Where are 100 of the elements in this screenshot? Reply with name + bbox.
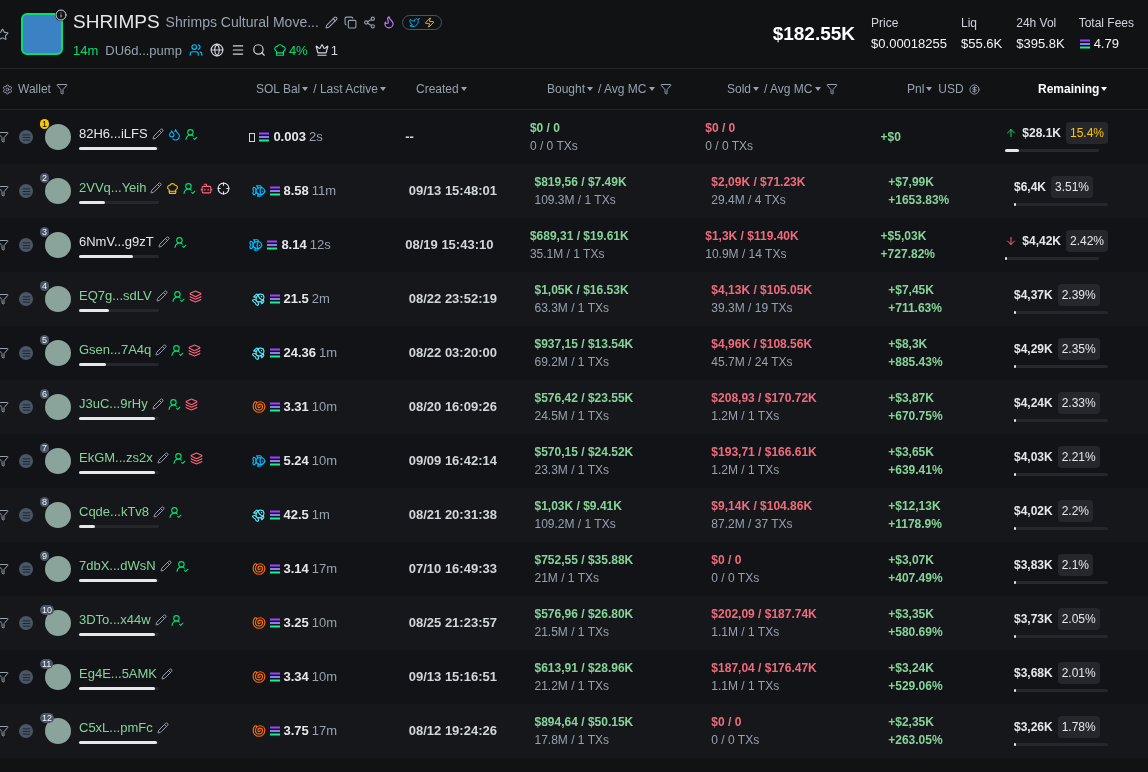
rank-badge: 10 — [40, 605, 54, 615]
bought-value: $1,05K / $16.53K — [534, 282, 630, 299]
last-active: 2m — [311, 290, 330, 309]
stat-value: $395.8K — [1016, 35, 1065, 54]
bought-amount: 109.3M / 1 TXs — [534, 192, 617, 209]
wallet-address[interactable]: 3DTo...x44w — [79, 610, 151, 630]
column-header[interactable]: Sold — [727, 80, 752, 98]
wallet-address[interactable]: 7dbX...dWsN — [79, 556, 156, 576]
bought-value: $0 / 0 — [529, 120, 561, 137]
created-time: 09/13 15:16:51 — [408, 668, 498, 687]
sold-amount: 1.2M / 1 TXs — [711, 408, 781, 425]
column-header[interactable]: / Avg MC — [764, 80, 813, 98]
bought-amount: 24.5M / 1 TXs — [534, 408, 610, 425]
remaining-percent: 2.21% — [1057, 446, 1100, 468]
rank-badge: 11 — [40, 659, 54, 669]
bought-amount: 21.2M / 1 TXs — [534, 678, 610, 695]
wallet-address[interactable]: EkGM...zs2x — [79, 448, 153, 468]
rank-badge: 3 — [40, 227, 49, 237]
remaining-value: $4,37K — [1014, 287, 1053, 304]
wallet-address[interactable]: 2VVq...Yeih — [79, 178, 147, 198]
created-time: 09/13 15:48:01 — [408, 182, 498, 201]
wallet-address[interactable]: Eg4E...5AMK — [79, 664, 158, 684]
wallet-address[interactable]: 6NmV...g9zT — [79, 232, 154, 252]
sold-value: $4,13K / $105.05K — [711, 282, 814, 299]
rank-badge: 9 — [40, 551, 49, 561]
bought-value: $752,55 / $35.88K — [534, 552, 635, 569]
bought-amount: 21M / 1 TXs — [534, 570, 600, 587]
stat-label: Price — [871, 15, 900, 33]
pnl-percent: +1178.9% — [888, 516, 943, 533]
wallet-address[interactable]: C5xL...pmFc — [79, 718, 153, 738]
rank-badge: 6 — [40, 389, 49, 399]
holder-row[interactable]: 2 2VVq...Yeih 8.58 11m 09/13 15:48:01 $819,56 / $7.49K 109.3M / 1 TXs $2,09K / $71.23K 29.4M / 4 TXs +$7,99K +1653.83% $6,4K 3.51% — [0, 164, 1148, 218]
bought-amount: 109.2M / 1 TXs — [534, 516, 617, 533]
sold-amount: 0 / 0 TXs — [705, 138, 755, 155]
wallet-address[interactable]: EQ7g...sdLV — [79, 286, 152, 306]
stat-value: $55.6K — [961, 35, 1003, 54]
pnl-percent: +407.49% — [888, 570, 944, 587]
rank-badge: 7 — [40, 443, 49, 453]
bought-amount: 69.2M / 1 TXs — [534, 354, 610, 371]
remaining-value: $4,29K — [1014, 341, 1053, 358]
column-header[interactable]: SOL Bal — [256, 80, 301, 98]
crown-count: 1 — [330, 41, 338, 60]
sold-value: $0 / 0 — [711, 714, 743, 731]
holder-row[interactable]: 4 EQ7g...sdLV 21.5 2m 08/22 23:52:19 $1,05K / $16.53K 63.3M / 1 TXs $4,13K / $105.05K 39.3M / 19 TXs +$7,45K +711.63% $4,37K 2.39% — [0, 272, 1148, 326]
pnl-value: +$7,99K — [888, 174, 935, 191]
created-time: 09/09 16:42:14 — [408, 452, 498, 471]
remaining-value: $4,24K — [1014, 395, 1053, 412]
rank-badge: 8 — [40, 497, 49, 507]
pnl-value: +$8,3K — [888, 336, 929, 353]
token-age: 14m — [73, 41, 99, 60]
sold-value: $1,3K / $119.40K — [705, 228, 800, 245]
created-time: 08/20 16:09:26 — [408, 398, 498, 417]
remaining-percent: 2.33% — [1057, 392, 1100, 414]
pnl-percent: +529.06% — [888, 678, 944, 695]
sold-value: $4,96K / $108.56K — [711, 336, 814, 353]
bought-value: $570,15 / $24.52K — [534, 444, 635, 461]
sold-value: $0 / 0 — [711, 552, 743, 569]
token-address[interactable]: DU6d...pump — [105, 40, 182, 60]
column-header[interactable]: USD — [938, 80, 964, 98]
remaining-value: $4,42K — [1022, 233, 1061, 250]
token-name: Shrimps Cultural Move... — [165, 12, 319, 32]
column-header[interactable]: / Last Active — [313, 80, 378, 98]
column-header[interactable]: Remaining — [1038, 80, 1100, 98]
wallet-address[interactable]: Cqde...kTv8 — [79, 502, 150, 522]
remaining-percent: 2.05% — [1057, 608, 1100, 630]
created-time: 07/10 16:49:33 — [408, 560, 498, 579]
token-ticker: SHRIMPS — [73, 10, 160, 34]
sol-balance: 8.58 — [283, 182, 309, 201]
pnl-value: +$0 — [880, 129, 902, 146]
remaining-percent: 2.35% — [1057, 338, 1100, 360]
sol-balance: 8.14 — [281, 236, 307, 255]
holder-row[interactable]: 8 Cqde...kTv8 42.5 1m 08/21 20:31:38 $1,03K / $9.41K 109.2M / 1 TXs $9,14K / $104.86K 87.2M / 37 TXs +$12,13K +1178.9% $4,02K 2.2% — [0, 488, 1148, 542]
created-time: 08/25 21:23:57 — [408, 614, 498, 633]
column-header[interactable]: / Avg MC — [598, 80, 647, 98]
column-header[interactable]: Pnl — [907, 80, 925, 98]
holder-row[interactable]: 6 J3uC...9rHy 3.31 10m 08/20 16:09:26 $576,42 / $23.55K 24.5M / 1 TXs $208,93 / $170.72K 1.2M / 1 TXs +$3,87K +670.75% $4,24K 2.33% — [0, 380, 1148, 434]
bought-value: $819,56 / $7.49K — [534, 174, 628, 191]
wallet-address[interactable]: 82H6...iLFS — [79, 124, 148, 144]
last-active: 10m — [311, 452, 338, 471]
remaining-value: $3,26K — [1014, 719, 1053, 736]
chef-share: 4% — [288, 41, 308, 60]
bought-value: $613,91 / $28.96K — [534, 660, 635, 677]
sold-amount: 0 / 0 TXs — [711, 570, 761, 587]
pnl-value: +$2,35K — [888, 714, 935, 731]
holder-row[interactable]: 10 3DTo...x44w 3.25 10m 08/25 21:23:57 $576,96 / $26.80K 21.5M / 1 TXs $202,09 / $187.74K 1.1M / 1 TXs +$3,35K +580.69% $3,73K 2.05% — [0, 596, 1148, 650]
column-header[interactable]: Bought — [547, 80, 586, 98]
wallet-address[interactable]: Gsen...7A4q — [79, 340, 152, 360]
holder-row[interactable]: 12 C5xL...pmFc 3.75 17m 08/12 19:24:26 $894,64 / $50.15K 17.8M / 1 TXs $0 / 0 0 / 0 TXs +$2,35K +263.05% $3,26K 1.78% — [0, 704, 1148, 758]
pnl-value: +$5,03K — [880, 228, 928, 245]
column-header[interactable]: Created — [416, 80, 459, 98]
sold-value: $0 / 0 — [705, 120, 737, 137]
last-active: 10m — [311, 668, 338, 687]
created-time: 08/12 19:24:26 — [408, 722, 498, 741]
sold-amount: 1.1M / 1 TXs — [711, 678, 781, 695]
remaining-percent: 2.01% — [1057, 662, 1100, 684]
column-header[interactable]: Wallet — [18, 80, 51, 98]
last-active: 1m — [319, 344, 338, 363]
sold-amount: 87.2M / 37 TXs — [711, 516, 794, 533]
wallet-address[interactable]: J3uC...9rHy — [79, 394, 148, 414]
remaining-percent: 3.51% — [1051, 176, 1094, 198]
